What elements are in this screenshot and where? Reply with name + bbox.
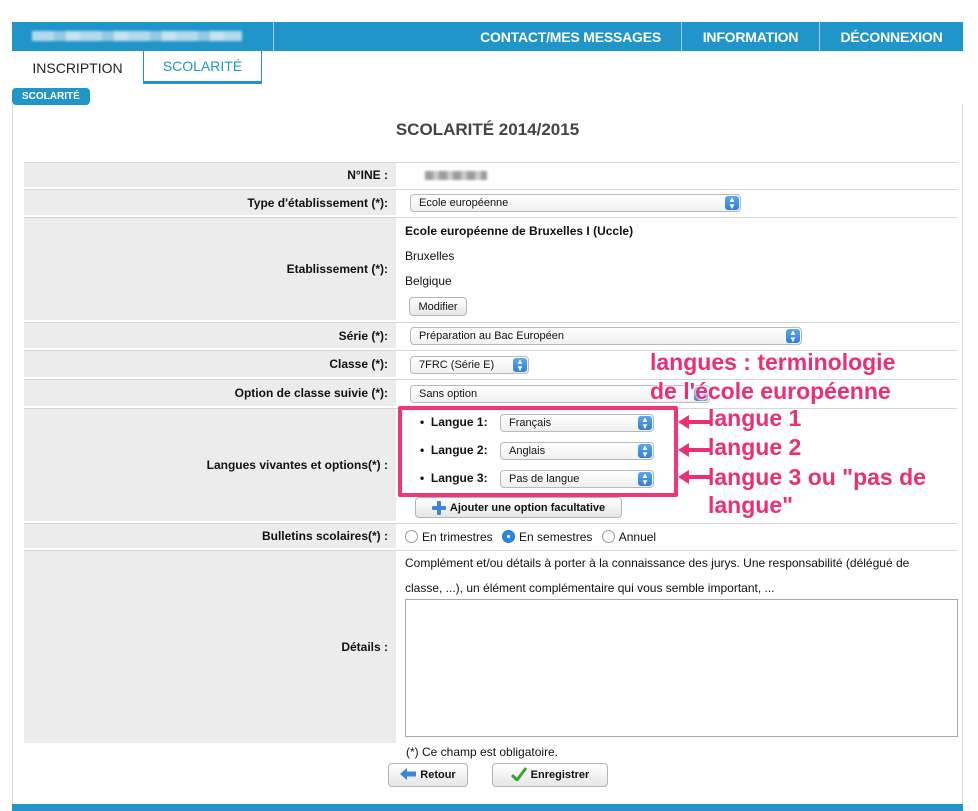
ine-value-blurred — [425, 171, 487, 180]
add-option-button[interactable]: Ajouter une option facultative — [415, 497, 622, 518]
etablissement-label: Etablissement (*): — [24, 218, 396, 321]
classe-select[interactable]: 7FRC (Série E) ▲ ▼ — [410, 356, 529, 374]
nav-contact-messages[interactable]: CONTACT/MES MESSAGES — [274, 22, 681, 51]
annotation-arrows — [678, 415, 710, 484]
bulletins-radio-group: En trimestres En semestres Annuel — [405, 530, 656, 544]
radio-annuel[interactable]: Annuel — [601, 530, 657, 544]
select-arrows-icon: ▲ ▼ — [725, 196, 739, 211]
details-textarea[interactable] — [405, 599, 958, 737]
ine-label: N°INE : — [24, 163, 396, 188]
etablissement-name: Ecole européenne de Bruxelles I (Uccle) — [405, 224, 634, 238]
radio-on-icon — [502, 530, 516, 543]
save-button[interactable]: Enregistrer — [492, 763, 608, 787]
annotation-langue-2: langue 2 — [708, 434, 802, 460]
row-details: Détails : Complément et/ou détails à por… — [24, 551, 958, 745]
row-etablissement: Etablissement (*): Ecole européenne de B… — [24, 218, 957, 322]
row-serie: Série (*): Préparation au Bac Européen ▲… — [24, 323, 957, 350]
back-label: Retour — [420, 769, 456, 781]
row-ine: N°INE : — [24, 163, 957, 189]
annotation-langue-3-line-1: langue 3 ou "pas de — [708, 464, 926, 490]
arrow-left-icon — [400, 767, 417, 783]
details-help-line-2: classe, ...), un élément complémentaire … — [405, 581, 775, 595]
section-badge: SCOLARITÉ — [12, 88, 90, 105]
type-etablissement-value: Ecole européenne — [419, 197, 509, 209]
details-help-line-1: Complément et/ou détails à porter à la c… — [405, 556, 910, 570]
nav-information[interactable]: INFORMATION — [681, 22, 819, 51]
serie-value: Préparation au Bac Européen — [419, 330, 564, 342]
langues-label: Langues vivantes et options(*) : — [24, 409, 396, 522]
add-option-label: Ajouter une option facultative — [449, 501, 606, 514]
annotation-header-line-1: langues : terminologie — [650, 349, 896, 375]
radio-off-icon — [405, 530, 418, 543]
blurred-username — [32, 31, 242, 41]
languages-highlight-box — [398, 406, 678, 497]
select-arrows-icon: ▲ ▼ — [786, 329, 800, 344]
brand-logo-blurred — [12, 22, 274, 51]
annotation-langue-1: langue 1 — [708, 405, 802, 431]
nav-logout[interactable]: DÉCONNEXION — [819, 22, 963, 51]
annotation-langue-3-line-2: langue" — [708, 492, 794, 518]
page-title: SCOLARITÉ 2014/2015 — [395, 120, 580, 139]
tab-scolarite[interactable]: SCOLARITÉ — [143, 51, 262, 84]
serie-select[interactable]: Préparation au Bac Européen ▲ ▼ — [410, 327, 802, 345]
details-label: Détails : — [24, 551, 396, 744]
etablissement-city: Bruxelles — [405, 249, 455, 263]
type-etablissement-label: Type d'établissement (*): — [24, 190, 396, 216]
modify-button[interactable]: Modifier — [409, 297, 467, 316]
bottom-bar — [12, 804, 963, 811]
select-arrows-icon: ▲ ▼ — [513, 358, 527, 373]
option-classe-value: Sans option — [419, 388, 478, 400]
checkmark-icon — [510, 766, 527, 784]
radio-annuel-label: Annuel — [618, 530, 657, 544]
classe-label: Classe (*): — [24, 351, 396, 378]
tab-inscription[interactable]: INSCRIPTION — [12, 51, 143, 84]
main-tabs: INSCRIPTION SCOLARITÉ — [12, 51, 262, 84]
row-type-etablissement: Type d'établissement (*): Ecole européen… — [24, 190, 957, 217]
radio-off-icon — [601, 530, 615, 543]
row-bulletins: Bulletins scolaires(*) : En trimestres E… — [24, 524, 957, 550]
plus-icon — [431, 500, 446, 515]
required-note: (*) Ce champ est obligatoire. — [406, 745, 559, 759]
bulletins-label: Bulletins scolaires(*) : — [24, 524, 396, 549]
option-classe-label: Option de classe suivie (*): — [24, 380, 396, 407]
type-etablissement-select[interactable]: Ecole européenne ▲ ▼ — [410, 194, 741, 212]
back-button[interactable]: Retour — [388, 763, 468, 787]
radio-semestres[interactable]: En semestres — [502, 530, 592, 544]
save-label: Enregistrer — [530, 769, 590, 781]
serie-label: Série (*): — [24, 323, 396, 349]
annotation-header-line-2: de l'école européenne — [650, 378, 891, 404]
radio-trimestres-label: En trimestres — [422, 530, 493, 544]
radio-semestres-label: En semestres — [519, 530, 593, 544]
etablissement-country: Belgique — [405, 274, 452, 288]
radio-trimestres[interactable]: En trimestres — [405, 530, 493, 544]
classe-value: 7FRC (Série E) — [419, 359, 495, 371]
top-nav-bar: CONTACT/MES MESSAGES INFORMATION DÉCONNE… — [12, 22, 963, 51]
